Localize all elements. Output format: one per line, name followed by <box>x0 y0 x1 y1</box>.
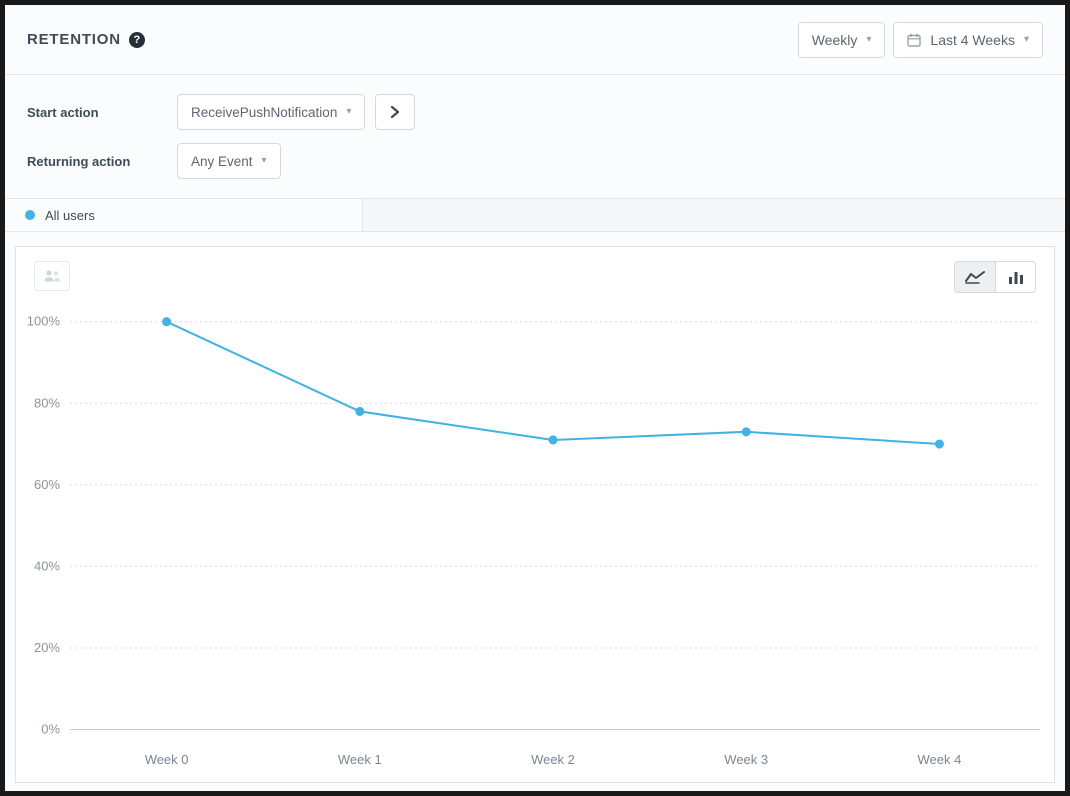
interval-dropdown-value: Weekly <box>812 32 858 48</box>
x-axis-label: Week 0 <box>145 752 189 767</box>
date-range-dropdown[interactable]: Last 4 Weeks ▾ <box>893 22 1043 58</box>
app-window: RETENTION ? Weekly ▾ Last 4 Weeks ▾ <box>0 0 1070 796</box>
line-chart-toggle-button[interactable] <box>955 262 995 292</box>
y-axis-tick-label: 20% <box>34 640 60 655</box>
segments-bar: All users <box>5 199 1065 232</box>
expand-start-action-button[interactable] <box>375 94 415 130</box>
retention-filters: Start action ReceivePushNotification ▾ R… <box>5 75 1065 199</box>
report-header: RETENTION ? Weekly ▾ Last 4 Weeks ▾ <box>5 5 1065 75</box>
y-axis-tick-label: 100% <box>27 314 61 329</box>
chart-type-toggle <box>954 261 1036 293</box>
start-action-dropdown[interactable]: ReceivePushNotification ▾ <box>177 94 365 130</box>
returning-action-label: Returning action <box>27 154 177 169</box>
help-icon[interactable]: ? <box>129 32 145 48</box>
date-range-dropdown-value: Last 4 Weeks <box>930 32 1015 48</box>
header-controls: Weekly ▾ Last 4 Weeks ▾ <box>798 22 1043 58</box>
x-axis-label: Week 1 <box>338 752 382 767</box>
y-axis-tick-label: 60% <box>34 477 60 492</box>
start-action-label: Start action <box>27 105 177 120</box>
line-chart-icon <box>965 270 985 284</box>
data-point[interactable] <box>355 407 364 416</box>
segmentation-icon <box>43 269 61 283</box>
calendar-icon <box>907 33 921 47</box>
start-action-dropdown-value: ReceivePushNotification <box>191 105 337 120</box>
segment-tab-all-users[interactable]: All users <box>5 199 363 231</box>
bar-chart-toggle-button[interactable] <box>995 262 1035 292</box>
chevron-down-icon: ▾ <box>866 35 871 45</box>
interval-dropdown[interactable]: Weekly ▾ <box>798 22 886 58</box>
data-point[interactable] <box>162 317 171 326</box>
chevron-down-icon: ▾ <box>1024 35 1029 45</box>
page-title: RETENTION <box>27 31 121 48</box>
returning-action-dropdown[interactable]: Any Event ▾ <box>177 143 281 179</box>
x-axis-label: Week 3 <box>724 752 768 767</box>
chart-panel: 0% 20% 40% 60% 80% 100% Week 0 Week 1 Week 2 Week… <box>15 246 1055 783</box>
series-line <box>167 322 940 444</box>
y-axis-tick-label: 0% <box>41 721 60 736</box>
segmentation-icon-button[interactable] <box>34 261 70 291</box>
bar-chart-icon <box>1008 270 1024 284</box>
retention-line-chart: 0% 20% 40% 60% 80% 100% Week 0 Week 1 Week 2 Week… <box>16 247 1054 782</box>
data-point[interactable] <box>549 435 558 444</box>
chevron-down-icon: ▾ <box>262 156 267 166</box>
chevron-down-icon: ▾ <box>346 107 351 117</box>
start-action-row: Start action ReceivePushNotification ▾ <box>27 94 1043 130</box>
data-point[interactable] <box>935 439 944 448</box>
returning-action-row: Returning action Any Event ▾ <box>27 143 1043 179</box>
y-axis-tick-label: 80% <box>34 395 60 410</box>
y-axis-tick-label: 40% <box>34 558 60 573</box>
chevron-right-icon <box>390 105 400 119</box>
data-point[interactable] <box>742 427 751 436</box>
x-axis-label: Week 4 <box>918 752 962 767</box>
returning-action-dropdown-value: Any Event <box>191 154 253 169</box>
segment-tab-label: All users <box>45 208 95 223</box>
series-color-dot <box>25 210 35 220</box>
x-axis-label: Week 2 <box>531 752 575 767</box>
